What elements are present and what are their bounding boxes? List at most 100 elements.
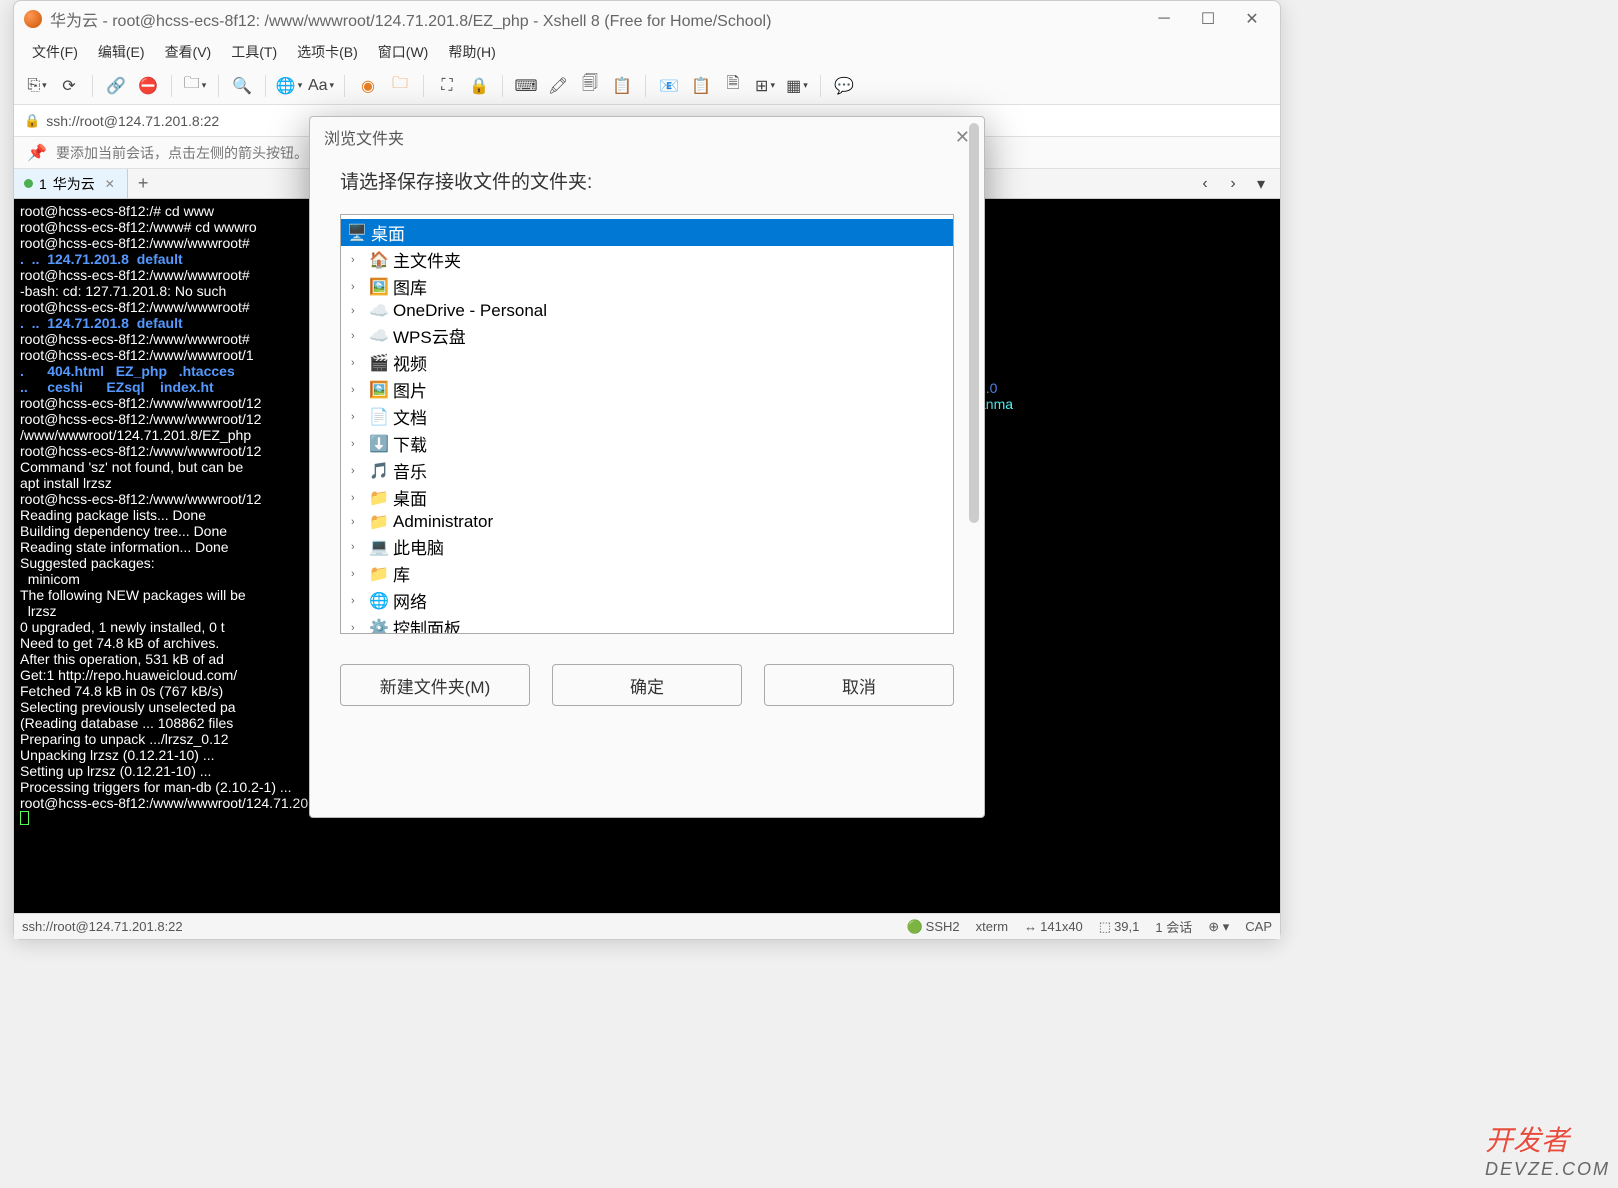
ok-button[interactable]: 确定 <box>552 664 742 706</box>
tree-item[interactable]: ›📄文档 <box>341 403 953 430</box>
folder-icon: 🖼️ <box>369 380 387 400</box>
search-button[interactable]: 🔍 <box>229 73 255 99</box>
tab-prev-button[interactable]: ‹ <box>1192 171 1218 197</box>
menu-view[interactable]: 查看(V) <box>157 39 220 65</box>
tree-item[interactable]: 🖥️桌面 <box>341 219 953 246</box>
expand-icon[interactable]: › <box>351 411 363 423</box>
expand-icon[interactable]: › <box>351 305 363 317</box>
expand-icon[interactable]: › <box>351 492 363 504</box>
expand-icon[interactable]: › <box>351 541 363 553</box>
layout-split-button[interactable]: ▦ <box>784 73 810 99</box>
status-cap: CAP <box>1245 919 1272 934</box>
tree-item[interactable]: ›📁桌面 <box>341 484 953 511</box>
menu-tabs[interactable]: 选项卡(B) <box>289 39 366 65</box>
folder-tree[interactable]: 🖥️桌面›🏠主文件夹›🖼️图库›☁️OneDrive - Personal›☁️… <box>340 214 954 634</box>
menu-edit[interactable]: 编辑(E) <box>90 39 153 65</box>
tab-add-button[interactable]: + <box>128 173 159 194</box>
menu-tools[interactable]: 工具(T) <box>223 39 285 65</box>
tree-label: 桌面 <box>371 220 405 245</box>
status-bar: ssh://root@124.71.201.8:22 🟢 SSH2 xterm … <box>14 913 1280 939</box>
ascii-button[interactable]: 🗎 <box>720 73 746 99</box>
expand-icon[interactable]: › <box>351 595 363 607</box>
toolbar: ⎘ ⟳ 🔗 ⛔ 🗀 🔍 🌐 Aa ◉ 🗀 ⛶ 🔒 ⌨ 🖍 🗐 📋 📧 📋 🗎 ⊞… <box>14 67 1280 105</box>
font-button[interactable]: Aa <box>308 73 334 99</box>
status-term: xterm <box>976 919 1009 934</box>
expand-icon[interactable]: › <box>351 357 363 369</box>
tree-label: 主文件夹 <box>393 247 461 272</box>
tree-item[interactable]: ›🏠主文件夹 <box>341 246 953 273</box>
expand-icon[interactable]: › <box>351 465 363 477</box>
globe-button[interactable]: 🌐 <box>276 73 302 99</box>
menu-bar: 文件(F) 编辑(E) 查看(V) 工具(T) 选项卡(B) 窗口(W) 帮助(… <box>14 37 1280 67</box>
paste-button[interactable]: 📋 <box>688 73 714 99</box>
session-tab[interactable]: 1 华为云 ✕ <box>14 169 128 198</box>
status-path: ssh://root@124.71.201.8:22 <box>22 919 183 934</box>
compose-button[interactable]: 📧 <box>656 73 682 99</box>
browse-folder-dialog: 浏览文件夹 ✕ 请选择保存接收文件的文件夹: 🖥️桌面›🏠主文件夹›🖼️图库›☁… <box>309 116 985 818</box>
dialog-subtitle: 请选择保存接收文件的文件夹: <box>310 157 984 214</box>
log-button[interactable]: 🗐 <box>577 73 603 99</box>
tree-item[interactable]: ›🖼️图库 <box>341 273 953 300</box>
tab-label: 华为云 <box>53 174 95 194</box>
dialog-title-bar: 浏览文件夹 ✕ <box>310 117 984 157</box>
dialog-close-button[interactable]: ✕ <box>955 127 970 148</box>
pin-button[interactable]: 📌 <box>24 140 50 166</box>
maximize-button[interactable]: ☐ <box>1190 7 1226 31</box>
layout-add-button[interactable]: ⊞ <box>752 73 778 99</box>
folder-icon: ⚙️ <box>369 618 387 635</box>
folder-icon: 🖼️ <box>369 277 387 297</box>
highlight-button[interactable]: 🖍 <box>545 73 571 99</box>
expand-icon[interactable]: › <box>351 330 363 342</box>
tree-item[interactable]: ›☁️WPS云盘 <box>341 322 953 349</box>
menu-help[interactable]: 帮助(H) <box>440 39 503 65</box>
tree-item[interactable]: ›🎬视频 <box>341 349 953 376</box>
expand-icon[interactable]: › <box>351 384 363 396</box>
tree-item[interactable]: ›🎵音乐 <box>341 457 953 484</box>
new-session-button[interactable]: ⎘ <box>24 73 50 99</box>
tab-list-button[interactable]: ▾ <box>1248 171 1274 197</box>
expand-icon[interactable]: › <box>351 622 363 634</box>
folder-icon: 📁 <box>369 488 387 508</box>
tree-label: 文档 <box>393 404 427 429</box>
folder-icon: ☁️ <box>369 326 387 346</box>
xftp-button[interactable]: 🗀 <box>387 73 413 99</box>
expand-icon[interactable]: › <box>351 438 363 450</box>
folder-icon: 💻 <box>369 537 387 557</box>
disconnect-button[interactable]: ⛔ <box>135 73 161 99</box>
close-button[interactable]: ✕ <box>1234 7 1270 31</box>
status-sessions: 1 会话 <box>1155 917 1192 936</box>
menu-window[interactable]: 窗口(W) <box>370 39 437 65</box>
tree-item[interactable]: ›⬇️下载 <box>341 430 953 457</box>
minimize-button[interactable]: ─ <box>1146 7 1182 31</box>
tree-item[interactable]: › 📁 库 <box>341 560 953 587</box>
tree-item[interactable]: ›💻此电脑 <box>341 533 953 560</box>
fullscreen-button[interactable]: ⛶ <box>434 73 460 99</box>
lock-button[interactable]: 🔒 <box>466 73 492 99</box>
keyboard-button[interactable]: ⌨ <box>513 73 539 99</box>
tree-item[interactable]: ›☁️OneDrive - Personal <box>341 300 953 322</box>
tab-next-button[interactable]: › <box>1220 171 1246 197</box>
folder-icon: 📁 <box>369 564 387 584</box>
expand-icon[interactable]: › <box>351 281 363 293</box>
tree-item[interactable]: ›🌐网络 <box>341 587 953 614</box>
transfer-button[interactable]: 🗀 <box>182 73 208 99</box>
link-button[interactable]: 🔗 <box>103 73 129 99</box>
dialog-title: 浏览文件夹 <box>324 125 404 149</box>
expand-icon[interactable]: › <box>351 254 363 266</box>
tree-item[interactable]: ›⚙️控制面板 <box>341 614 953 634</box>
tab-close-icon[interactable]: ✕ <box>105 177 115 191</box>
tree-item[interactable]: ›🖼️图片 <box>341 376 953 403</box>
xagent-button[interactable]: ◉ <box>355 73 381 99</box>
tree-label: OneDrive - Personal <box>393 301 547 321</box>
tree-item[interactable]: ›📁Administrator <box>341 511 953 533</box>
chat-button[interactable]: 💬 <box>831 73 857 99</box>
menu-file[interactable]: 文件(F) <box>24 39 86 65</box>
expand-icon[interactable]: › <box>351 568 363 580</box>
new-folder-button[interactable]: 新建文件夹(M) <box>340 664 530 706</box>
expand-icon[interactable]: › <box>351 516 363 528</box>
status-toggle[interactable]: ⊕ ▾ <box>1208 919 1229 935</box>
reconnect-button[interactable]: ⟳ <box>56 73 82 99</box>
cancel-button[interactable]: 取消 <box>764 664 954 706</box>
tree-label: 库 <box>393 561 410 586</box>
script-button[interactable]: 📋 <box>609 73 635 99</box>
